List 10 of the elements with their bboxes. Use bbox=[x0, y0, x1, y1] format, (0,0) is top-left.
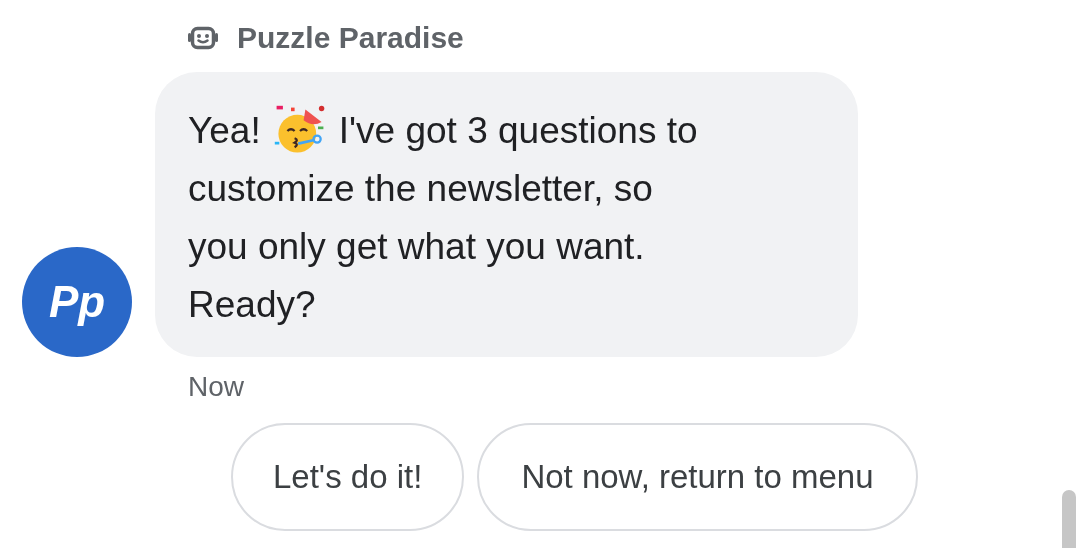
suggestion-chip[interactable]: Let's do it! bbox=[231, 423, 465, 531]
sender-name: Puzzle Paradise bbox=[237, 21, 464, 55]
suggestion-chip[interactable]: Not now, return to menu bbox=[477, 423, 918, 531]
message-time: Now bbox=[188, 371, 245, 403]
message-text: I've got 3 questions to bbox=[338, 109, 698, 153]
avatar: Pp bbox=[22, 247, 132, 357]
message-text: customize the newsletter, so you only get what you want. Ready? bbox=[188, 167, 654, 327]
robot-icon bbox=[188, 26, 218, 50]
scrollbar-thumb[interactable] bbox=[1062, 490, 1076, 548]
message-text: Yea! bbox=[188, 109, 261, 153]
